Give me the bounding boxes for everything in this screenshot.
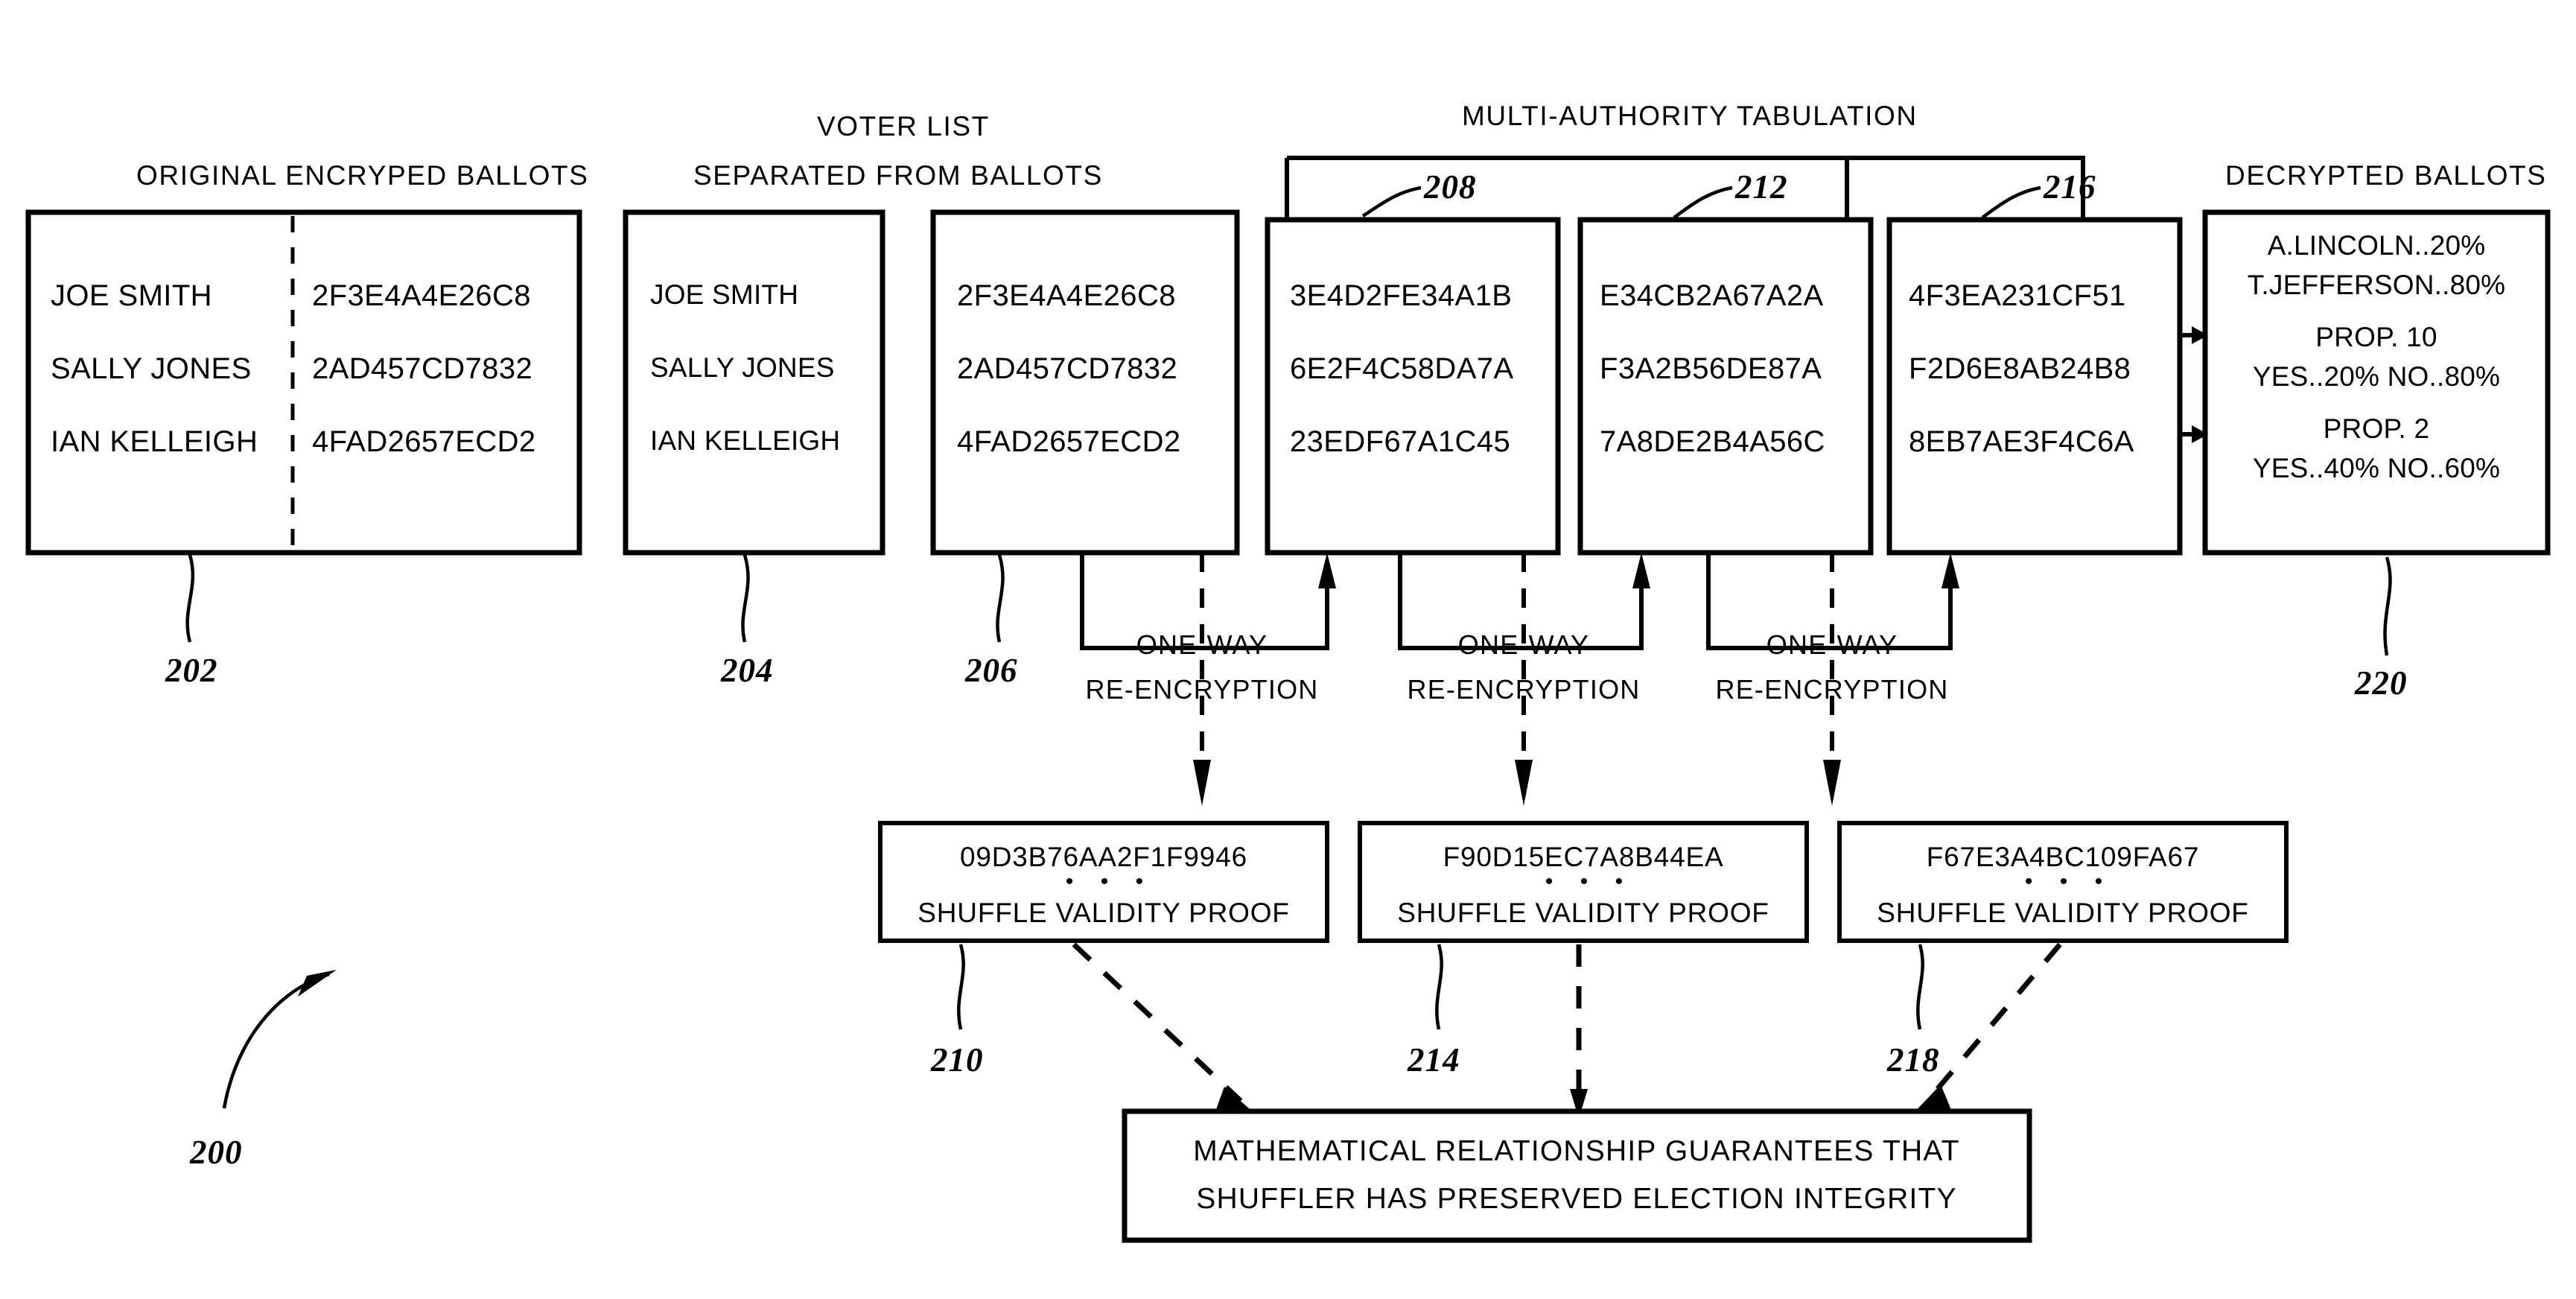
tabulation-212-code-2: F3A2B56DE87A [1600,352,1822,385]
ref-number-204: 204 [720,652,774,689]
shuffle-proof-218-label: SHUFFLE VALIDITY PROOF [1877,898,2248,928]
ref-number-220: 220 [2354,664,2408,702]
ref-number-210: 210 [930,1041,984,1079]
tabulation-208-code-3: 23EDF67A1C45 [1290,425,1510,458]
separated-voter-name-1: JOE SMITH [650,279,798,310]
separated-ballot-code-1: 2F3E4A4E26C8 [957,279,1176,312]
tabulation-208-code-1: 3E4D2FE34A1B [1290,279,1512,312]
shuffle-proof-218-code: F67E3A4BC109FA67 [1927,842,2200,872]
decrypted-line-5: PROP. 2 [2324,413,2430,444]
conclusion-box [1122,1108,2032,1243]
reencryption-label-2-line2: RE-ENCRYPTION [1408,674,1641,705]
tabulation-216-code-3: 8EB7AE3F4C6A [1909,425,2134,458]
reencryption-label-2-line1: ONE-WAY [1458,629,1589,660]
patent-figure-canvas: ORIGINAL ENCRYPED BALLOTS JOE SMITH SALL… [0,0,2576,1299]
tabulation-216-code-2: F2D6E8AB24B8 [1909,352,2131,385]
decrypted-line-2: T.JEFFERSON..80% [2248,270,2506,300]
shuffle-proof-214-ellipsis: • • • [1545,869,1633,894]
original-ballot-code-3: 4FAD2657ECD2 [312,425,536,458]
original-voter-name-3: IAN KELLEIGH [51,425,258,458]
tabulation-box-212 [1577,217,1874,556]
separated-voter-name-3: IAN KELLEIGH [650,425,840,456]
tabulation-212-code-3: 7A8DE2B4A56C [1600,425,1825,458]
ref-number-208: 208 [1423,168,1477,206]
ref-number-206: 206 [964,652,1018,689]
tabulation-208-code-2: 6E2F4C58DA7A [1290,352,1514,385]
reencryption-label-1-line1: ONE-WAY [1136,629,1268,660]
tabulation-box-208 [1265,217,1561,556]
voter-list-title-line2: SEPARATED FROM BALLOTS [693,160,1103,191]
decrypted-line-6: YES..40% NO..60% [2253,453,2500,483]
original-ballots-title: ORIGINAL ENCRYPED BALLOTS [136,160,589,191]
reencryption-label-1-line2: RE-ENCRYPTION [1086,674,1319,705]
ref-number-200: 200 [189,1134,243,1171]
shuffle-proof-210-label: SHUFFLE VALIDITY PROOF [917,898,1289,928]
separated-ballot-code-2: 2AD457CD7832 [957,352,1177,385]
tabulation-212-code-1: E34CB2A67A2A [1600,279,1824,312]
ref-number-216: 216 [2043,168,2096,206]
voter-list-title-line1: VOTER LIST [817,111,990,142]
tabulation-216-code-1: 4F3EA231CF51 [1909,279,2126,312]
shuffle-proof-218-ellipsis: • • • [2025,869,2113,894]
conclusion-line-1: MATHEMATICAL RELATIONSHIP GUARANTEES THA… [1193,1135,1959,1167]
shuffle-proof-210-code: 09D3B76AA2F1F9946 [960,842,1247,872]
ref-number-212: 212 [1734,168,1788,206]
separated-voter-name-2: SALLY JONES [650,352,835,383]
shuffle-proof-214-label: SHUFFLE VALIDITY PROOF [1397,898,1769,928]
multi-authority-title: MULTI-AUTHORITY TABULATION [1462,101,1918,131]
decrypted-line-3: PROP. 10 [2315,322,2437,352]
decrypted-line-1: A.LINCOLN..20% [2268,230,2486,261]
tabulation-box-216 [1886,217,2183,556]
shuffle-proof-214-code: F90D15EC7A8B44EA [1443,842,1724,872]
shuffle-proof-210-ellipsis: • • • [1066,869,1154,894]
original-voter-name-2: SALLY JONES [51,352,252,385]
ref-number-214: 214 [1407,1041,1460,1079]
separated-ballot-code-3: 4FAD2657ECD2 [957,425,1181,458]
conclusion-line-2: SHUFFLER HAS PRESERVED ELECTION INTEGRIT… [1196,1183,1957,1215]
original-ballot-code-2: 2AD457CD7832 [312,352,532,385]
reencryption-label-3-line1: ONE-WAY [1766,629,1898,660]
original-ballot-code-1: 2F3E4A4E26C8 [312,279,531,312]
ref-number-218: 218 [1886,1041,1940,1079]
decrypted-line-4: YES..20% NO..80% [2253,361,2500,392]
ref-number-202: 202 [165,652,218,689]
decrypted-ballots-title: DECRYPTED BALLOTS [2225,160,2547,191]
reencryption-label-3-line2: RE-ENCRYPTION [1716,674,1949,705]
original-voter-name-1: JOE SMITH [51,279,212,312]
